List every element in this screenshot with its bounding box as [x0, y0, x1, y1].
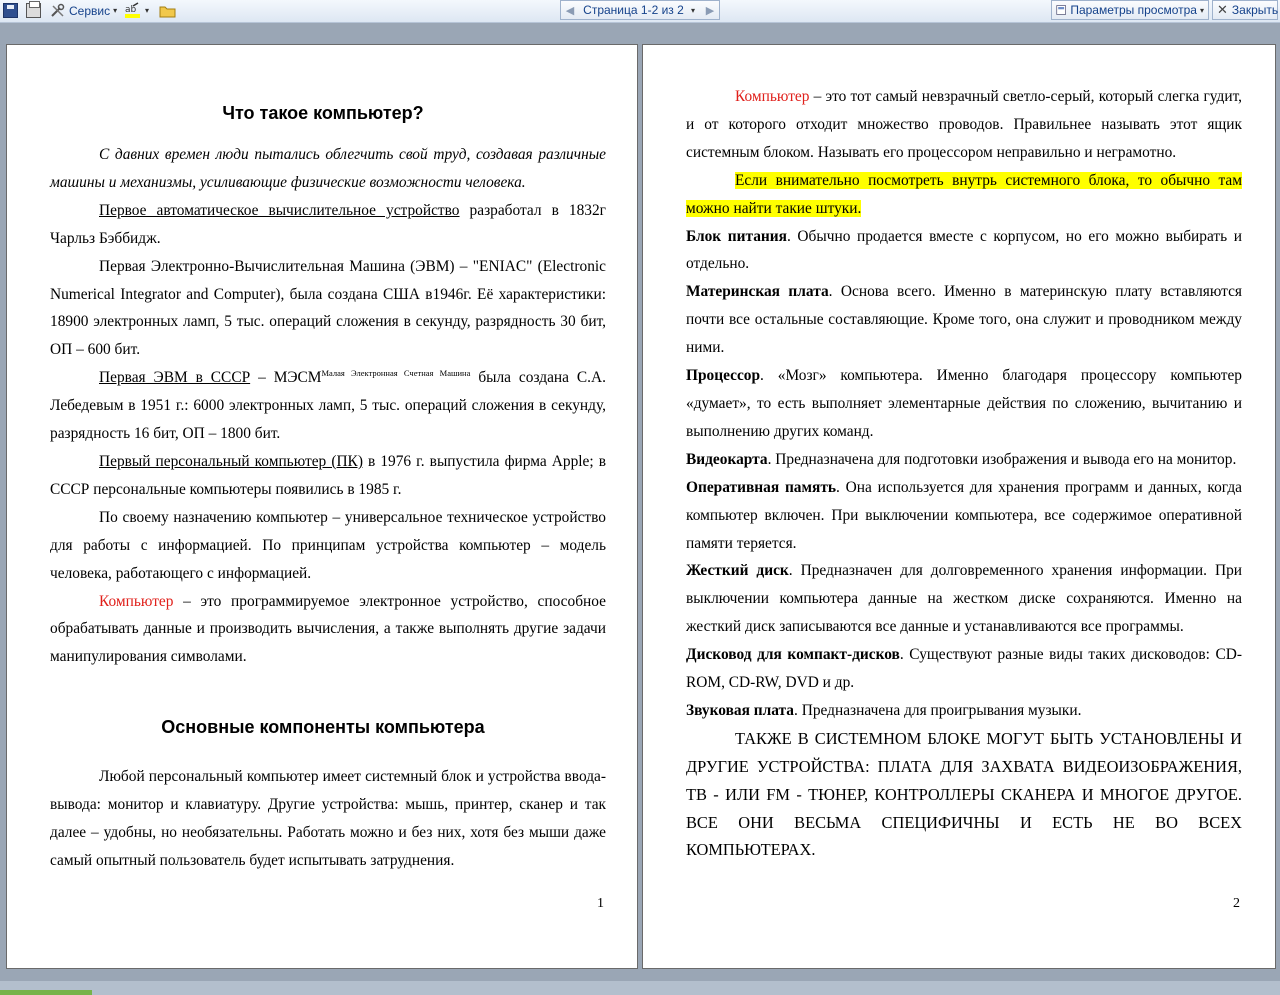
component-text: . Предназначена для проигрывания музыки.: [794, 701, 1082, 719]
paragraph: Первое автоматическое вычислительное уст…: [50, 197, 606, 253]
next-page-icon[interactable]: ▶: [701, 4, 719, 17]
page-number: 2: [1233, 896, 1240, 911]
component-term: Блок питания: [686, 227, 787, 245]
folder-icon: [159, 6, 176, 17]
view-options-button[interactable]: Параметры просмотра ▾: [1051, 0, 1209, 20]
paragraph: По своему назначению компьютер – универс…: [50, 508, 606, 582]
paragraph: Компьютер – это тот самый невзрачный све…: [686, 83, 1242, 167]
highlighted-text: Если внимательно посмотреть внутрь систе…: [686, 171, 1242, 217]
superscript-text: Малая Электронная Счетная Машина: [321, 368, 471, 379]
paragraph: Если внимательно посмотреть внутрь систе…: [686, 167, 1242, 223]
chevron-down-icon: ▾: [1199, 5, 1204, 15]
component-item: Оперативная память. Она используется для…: [686, 474, 1242, 558]
page1-body: С давних времен люди пытались облегчить …: [50, 141, 606, 671]
paragraph: С давних времен люди пытались облегчить …: [50, 146, 606, 191]
zoom-accent: [0, 990, 92, 995]
page-title: Что такое компьютер?: [222, 103, 424, 123]
component-term: Процессор: [686, 367, 761, 385]
component-item: Видеокарта. Предназначена для подготовки…: [686, 446, 1242, 474]
component-term: Материнская плата: [686, 283, 829, 301]
prev-page-icon[interactable]: ◀: [561, 4, 579, 17]
underlined-text: Первое автоматическое вычислительное уст…: [99, 201, 460, 219]
paragraph: Первый персональный компьютер (ПК) в 197…: [50, 448, 606, 504]
component-term: Оперативная память: [686, 478, 837, 496]
close-preview-button[interactable]: ✕ Закрыть: [1212, 0, 1278, 20]
component-text: . Предназначена для подготовки изображен…: [767, 450, 1237, 468]
save-icon[interactable]: [3, 3, 18, 18]
close-icon: ✕: [1217, 2, 1228, 17]
status-strip: [0, 981, 1280, 995]
component-term: Жесткий диск: [686, 562, 789, 580]
page2-body: Компьютер – это тот самый невзрачный све…: [686, 83, 1242, 864]
component-item: Процессор. «Мозг» компьютера. Именно бла…: [686, 362, 1242, 446]
page-number: 1: [597, 896, 604, 911]
chevron-down-icon: ▾: [145, 6, 150, 15]
service-menu-button[interactable]: Сервис ▾: [50, 1, 117, 20]
page-navigator: ◀ Страница 1-2 из 2 ▾ ▶: [560, 0, 720, 20]
close-label: Закрыть: [1231, 3, 1279, 17]
component-term: Звуковая плата: [686, 701, 795, 719]
component-item: Дисковод для компакт-дисков. Существуют …: [686, 641, 1242, 697]
component-item: Звуковая плата. Предназначена для проигр…: [686, 697, 1242, 725]
print-icon[interactable]: [26, 1, 41, 18]
underlined-text: Первый персональный компьютер (ПК): [99, 452, 363, 470]
document-page-2: Компьютер – это тот самый невзрачный све…: [642, 44, 1276, 969]
page1-body-2: Любой персональный компьютер имеет систе…: [50, 763, 606, 875]
component-text: . «Мозг» компьютера. Именно благодаря пр…: [686, 367, 1242, 440]
red-term: Компьютер: [99, 592, 174, 610]
chevron-down-icon: ▾: [113, 6, 118, 15]
section-heading: Основные компоненты компьютера: [161, 717, 485, 737]
view-options-label: Параметры просмотра: [1070, 3, 1197, 17]
uppercase-paragraph: ТАКЖЕ В СИСТЕМНОМ БЛОКЕ МОГУТ БЫТЬ УСТАН…: [686, 728, 1242, 860]
paragraph: Первая Электронно-Вычислительная Машина …: [50, 257, 606, 359]
chevron-down-icon[interactable]: ▾: [691, 6, 695, 15]
svg-text:ab: ab: [125, 5, 137, 15]
component-item: Материнская плата. Основа всего. Именно …: [686, 278, 1242, 362]
paragraph: Любой персональный компьютер имеет систе…: [50, 768, 606, 869]
red-term: Компьютер: [735, 88, 810, 105]
paragraph: Первая ЭВМ в СССР – МЭСММалая Электронна…: [50, 364, 606, 448]
view-options-icon: [1056, 5, 1066, 15]
component-item: Жесткий диск. Предназначен для долговрем…: [686, 557, 1242, 641]
component-term: Видеокарта: [686, 450, 768, 468]
document-page-1: Что такое компьютер? С давних времен люд…: [6, 44, 638, 969]
highlight-icon: ab: [125, 1, 140, 18]
service-tools-icon: [51, 3, 65, 17]
component-term: Дисковод для компакт-дисков: [686, 646, 900, 664]
highlight-button[interactable]: ab ▾: [124, 1, 149, 20]
print-preview-toolbar: Сервис ▾ ab ▾ ◀ Страница 1-2 из 2 ▾ ▶ Па…: [0, 0, 1280, 23]
open-folder-button[interactable]: [159, 1, 176, 20]
page-indicator[interactable]: Страница 1-2 из 2: [579, 3, 688, 17]
text: – МЭСМ: [250, 369, 322, 387]
service-label: Сервис: [69, 3, 111, 18]
paragraph: Компьютер – это программируемое электрон…: [50, 588, 606, 672]
underlined-text: Первая ЭВМ в СССР: [99, 369, 251, 387]
component-item: Блок питания. Обычно продается вместе с …: [686, 223, 1242, 279]
